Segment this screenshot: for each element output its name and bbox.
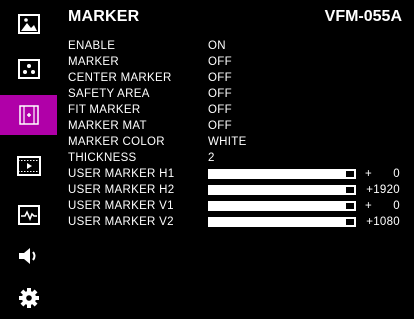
setting-row-marker-mat[interactable]: MARKER MAT OFF	[68, 119, 408, 134]
slider-handle[interactable]	[345, 186, 355, 194]
slider-handle[interactable]	[345, 218, 355, 226]
sidebar	[0, 0, 57, 319]
setting-label: MARKER MAT	[68, 120, 147, 132]
setting-value[interactable]: OFF	[208, 87, 232, 102]
setting-value[interactable]: OFF	[208, 103, 232, 118]
slider-value: +1080	[366, 216, 400, 228]
slider-sign: +	[365, 200, 373, 212]
setting-row-fit-marker[interactable]: FIT MARKER OFF	[68, 103, 408, 118]
sidebar-item-system[interactable]	[0, 280, 57, 316]
monitor-osd-screen: MARKER VFM-055A ENABLE ON MARKER OFF CEN…	[0, 0, 414, 319]
setting-value[interactable]: WHITE	[208, 135, 247, 150]
dots-pattern-icon	[17, 59, 40, 79]
setting-value[interactable]: OFF	[208, 119, 232, 134]
model-name: VFM-055A	[324, 8, 402, 25]
waveform-icon	[17, 205, 40, 225]
setting-value[interactable]: 2	[208, 151, 215, 166]
setting-row-center-marker[interactable]: CENTER MARKER OFF	[68, 71, 408, 86]
setting-row-safety-area[interactable]: SAFETY AREA OFF	[68, 87, 408, 102]
user-marker-h1-slider[interactable]	[208, 169, 356, 179]
sidebar-item-marker[interactable]	[0, 95, 57, 135]
user-marker-h2-slider[interactable]	[208, 185, 356, 195]
setting-label: MARKER COLOR	[68, 136, 165, 148]
setting-row-marker-color[interactable]: MARKER COLOR WHITE	[68, 135, 408, 150]
slider-handle[interactable]	[345, 202, 355, 210]
menu-title: MARKER	[68, 8, 140, 25]
user-marker-v2-slider[interactable]	[208, 217, 356, 227]
setting-label: USER MARKER V2	[68, 216, 174, 228]
setting-row-user-marker-h1[interactable]: USER MARKER H1 + 0	[68, 167, 408, 182]
setting-label: SAFETY AREA	[68, 88, 150, 100]
film-icon	[16, 156, 41, 176]
sidebar-item-pattern[interactable]	[0, 51, 57, 87]
slider-value: 0	[393, 168, 400, 180]
user-marker-v1-slider[interactable]	[208, 201, 356, 211]
sidebar-item-image[interactable]	[0, 6, 57, 42]
sidebar-item-waveform[interactable]	[0, 197, 57, 233]
slider-value: 0	[393, 200, 400, 212]
setting-label: THICKNESS	[68, 152, 137, 164]
setting-label: ENABLE	[68, 40, 116, 52]
setting-label: USER MARKER H2	[68, 184, 175, 196]
setting-label: MARKER	[68, 56, 120, 68]
setting-row-user-marker-v2[interactable]: USER MARKER V2 +1080	[68, 215, 408, 230]
gear-icon	[18, 287, 40, 309]
setting-row-marker[interactable]: MARKER OFF	[68, 55, 408, 70]
setting-value[interactable]: ON	[208, 39, 226, 54]
setting-label: FIT MARKER	[68, 104, 141, 116]
slider-value: +1920	[366, 184, 400, 196]
image-icon	[17, 14, 40, 34]
setting-row-user-marker-v1[interactable]: USER MARKER V1 + 0	[68, 199, 408, 214]
setting-row-user-marker-h2[interactable]: USER MARKER H2 +1920	[68, 183, 408, 198]
sidebar-item-playback[interactable]	[0, 148, 57, 184]
sidebar-item-audio[interactable]	[0, 238, 57, 274]
slider-handle[interactable]	[345, 170, 355, 178]
setting-row-enable[interactable]: ENABLE ON	[68, 39, 408, 54]
slider-sign: +	[365, 168, 373, 180]
speaker-icon	[17, 246, 41, 266]
marker-frame-icon	[18, 104, 40, 126]
setting-row-thickness[interactable]: THICKNESS 2	[68, 151, 408, 166]
setting-value[interactable]: OFF	[208, 55, 232, 70]
setting-label: USER MARKER H1	[68, 168, 175, 180]
setting-label: USER MARKER V1	[68, 200, 174, 212]
setting-value[interactable]: OFF	[208, 71, 232, 86]
setting-label: CENTER MARKER	[68, 72, 172, 84]
